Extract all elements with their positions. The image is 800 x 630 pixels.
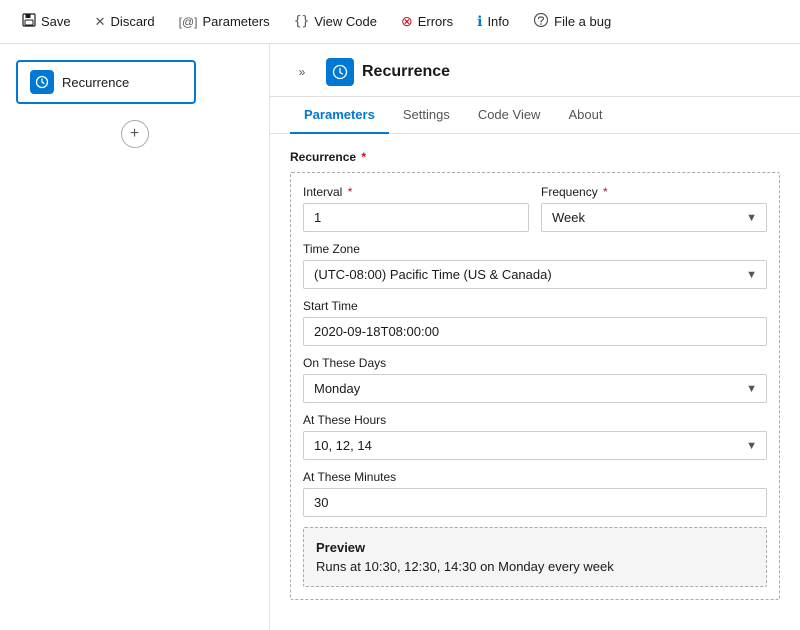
recurrence-node-label: Recurrence bbox=[62, 75, 129, 90]
frequency-select-wrapper: Week Day Hour Minute Month ▼ bbox=[541, 203, 767, 232]
tabs: Parameters Settings Code View About bbox=[270, 97, 800, 134]
frequency-select[interactable]: Week Day Hour Minute Month bbox=[541, 203, 767, 232]
timezone-select[interactable]: (UTC-08:00) Pacific Time (US & Canada) (… bbox=[303, 260, 767, 289]
filebug-icon bbox=[533, 12, 549, 31]
left-panel: Recurrence + bbox=[0, 44, 270, 630]
starttime-field-group: Start Time bbox=[303, 299, 767, 346]
attheseminutes-field-group: At These Minutes bbox=[303, 470, 767, 517]
atthesehours-field-group: At These Hours 10, 12, 14 9, 10, 11 8, 1… bbox=[303, 413, 767, 460]
panel-header-icon bbox=[326, 58, 354, 86]
form-area: Recurrence * Interval * Frequency * bbox=[270, 134, 800, 620]
tab-about[interactable]: About bbox=[554, 97, 616, 134]
parameters-button[interactable]: [@] Parameters bbox=[169, 9, 280, 34]
recurrence-node[interactable]: Recurrence bbox=[16, 60, 196, 104]
timezone-label: Time Zone bbox=[303, 242, 767, 256]
viewcode-icon: {} bbox=[294, 14, 310, 29]
save-button[interactable]: Save bbox=[12, 8, 81, 35]
save-icon bbox=[22, 13, 36, 30]
tab-settings[interactable]: Settings bbox=[389, 97, 464, 134]
main-layout: Recurrence + » Recurrence Parameters Set… bbox=[0, 44, 800, 630]
errors-button[interactable]: ⊗ Errors bbox=[391, 8, 463, 35]
onthesedays-select[interactable]: Monday Tuesday Wednesday Thursday Friday… bbox=[303, 374, 767, 403]
info-label: Info bbox=[487, 14, 509, 29]
interval-input[interactable] bbox=[303, 203, 529, 232]
interval-field-group: Interval * bbox=[303, 185, 529, 232]
onthesedays-select-wrapper: Monday Tuesday Wednesday Thursday Friday… bbox=[303, 374, 767, 403]
toolbar: Save ✕ Discard [@] Parameters {} View Co… bbox=[0, 0, 800, 44]
panel-header: » Recurrence bbox=[270, 44, 800, 97]
discard-label: Discard bbox=[111, 14, 155, 29]
atthesehours-select-wrapper: 10, 12, 14 9, 10, 11 8, 12 ▼ bbox=[303, 431, 767, 460]
add-icon: + bbox=[130, 125, 139, 143]
filebug-button[interactable]: File a bug bbox=[523, 7, 621, 36]
interval-frequency-row: Interval * Frequency * Week Day Hour bbox=[303, 185, 767, 242]
errors-label: Errors bbox=[418, 14, 453, 29]
tab-parameters[interactable]: Parameters bbox=[290, 97, 389, 134]
expand-button[interactable]: » bbox=[290, 60, 314, 84]
right-panel: » Recurrence Parameters Settings Code Vi… bbox=[270, 44, 800, 630]
frequency-field-group: Frequency * Week Day Hour Minute Month ▼ bbox=[541, 185, 767, 232]
attheseminutes-label: At These Minutes bbox=[303, 470, 767, 484]
info-button[interactable]: ℹ Info bbox=[467, 8, 519, 35]
interval-label: Interval * bbox=[303, 185, 529, 199]
atthesehours-select[interactable]: 10, 12, 14 9, 10, 11 8, 12 bbox=[303, 431, 767, 460]
onthesedays-field-group: On These Days Monday Tuesday Wednesday T… bbox=[303, 356, 767, 403]
discard-button[interactable]: ✕ Discard bbox=[85, 9, 165, 35]
save-label: Save bbox=[41, 14, 71, 29]
starttime-label: Start Time bbox=[303, 299, 767, 313]
timezone-field-group: Time Zone (UTC-08:00) Pacific Time (US &… bbox=[303, 242, 767, 289]
add-step-button[interactable]: + bbox=[121, 120, 149, 148]
errors-icon: ⊗ bbox=[401, 13, 413, 30]
frequency-label: Frequency * bbox=[541, 185, 767, 199]
filebug-label: File a bug bbox=[554, 14, 611, 29]
attheseminutes-input[interactable] bbox=[303, 488, 767, 517]
preview-title: Preview bbox=[316, 540, 754, 555]
viewcode-button[interactable]: {} View Code bbox=[284, 9, 387, 34]
recurrence-icon bbox=[30, 70, 54, 94]
recurrence-dashed-box: Interval * Frequency * Week Day Hour bbox=[290, 172, 780, 600]
panel-title: Recurrence bbox=[362, 63, 450, 81]
timezone-select-wrapper: (UTC-08:00) Pacific Time (US & Canada) (… bbox=[303, 260, 767, 289]
onthesedays-label: On These Days bbox=[303, 356, 767, 370]
starttime-input[interactable] bbox=[303, 317, 767, 346]
preview-box: Preview Runs at 10:30, 12:30, 14:30 on M… bbox=[303, 527, 767, 587]
parameters-icon: [@] bbox=[179, 15, 198, 29]
discard-icon: ✕ bbox=[95, 14, 106, 30]
atthesehours-label: At These Hours bbox=[303, 413, 767, 427]
recurrence-section-label: Recurrence * bbox=[290, 150, 780, 164]
info-icon: ℹ bbox=[477, 13, 482, 30]
expand-icon: » bbox=[299, 65, 306, 79]
preview-text: Runs at 10:30, 12:30, 14:30 on Monday ev… bbox=[316, 559, 754, 574]
parameters-label: Parameters bbox=[202, 14, 269, 29]
viewcode-label: View Code bbox=[314, 14, 377, 29]
tab-codeview[interactable]: Code View bbox=[464, 97, 555, 134]
